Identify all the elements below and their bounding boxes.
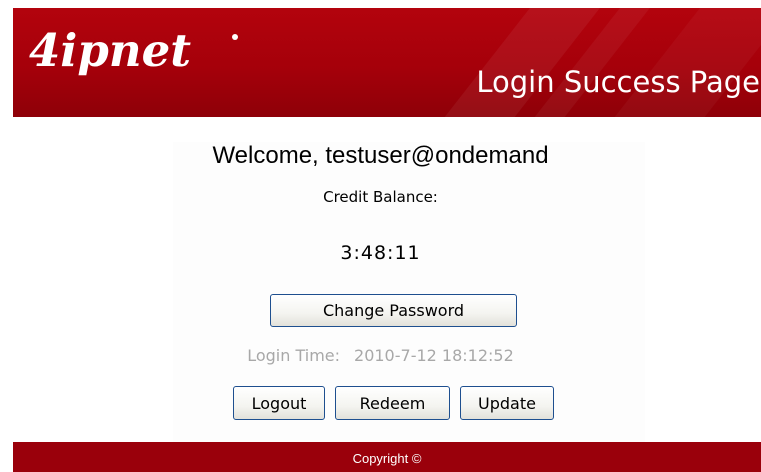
login-time-label: Login Time:: [247, 346, 341, 365]
footer-bar: Copyright ©: [13, 442, 761, 472]
page-title: Login Success Page: [476, 65, 760, 99]
change-password-button[interactable]: Change Password: [270, 294, 517, 327]
redeem-button[interactable]: Redeem: [335, 386, 450, 420]
login-time-value: 2010-7-12 18:12:52: [354, 346, 514, 365]
credit-balance-value: 3:48:11: [340, 242, 421, 264]
copyright-text: Copyright ©: [352, 451, 422, 466]
brand-logo: 4ipnet: [29, 24, 192, 77]
registered-mark-icon: [232, 34, 238, 40]
login-time-row: Login Time: 2010-7-12 18:12:52: [0, 348, 761, 364]
credit-balance-label: Credit Balance:: [323, 188, 438, 206]
update-button[interactable]: Update: [460, 386, 554, 420]
welcome-message: Welcome, testuser@ondemand: [212, 142, 549, 169]
logout-button[interactable]: Logout: [233, 386, 325, 420]
login-success-page: 4ipnet Login Success Page Welcome, testu…: [0, 0, 761, 472]
